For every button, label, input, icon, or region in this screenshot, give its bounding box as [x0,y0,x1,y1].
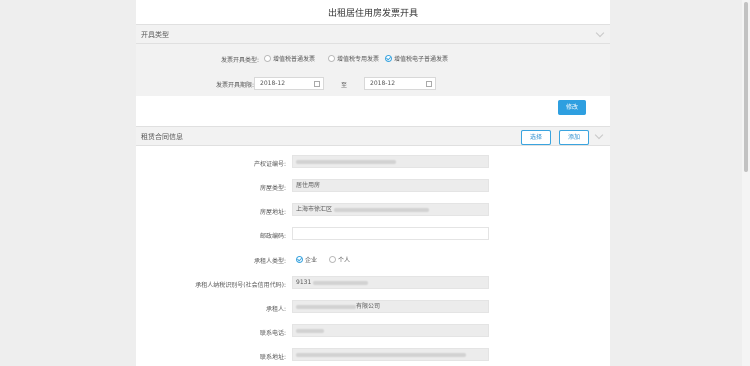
lessee-label: 承租人: [265,306,286,313]
lessee-field[interactable]: 有限公司 [292,300,489,313]
invoice-type-option-0[interactable]: 增值税普通发票 [264,54,315,63]
tax-id-label: 承租人纳税识别号(社会信用代码): [195,282,286,289]
add-button[interactable]: 添加 [559,130,589,145]
radio-icon [329,256,336,263]
lessee-type-option-0[interactable]: 企业 [296,255,317,264]
invoice-type-option-1[interactable]: 增值税专用发票 [328,54,379,63]
redacted-text [296,328,324,333]
postal-code-field[interactable] [292,227,489,240]
house-type-label: 房屋类型: [259,185,286,192]
property-cert-label: 产权证编号: [253,161,286,168]
phone-label: 联系电话: [259,330,286,337]
redacted-text [296,352,466,357]
redacted-text [296,304,356,309]
select-button[interactable]: 选择 [521,130,551,145]
property-cert-field[interactable] [292,155,489,168]
page-title: 出租居住用房发票开具 [327,9,418,19]
radio-icon [328,55,335,62]
contact-address-label: 联系地址: [259,354,286,361]
period-end-input[interactable]: 2018-12 [364,77,436,90]
invoice-type-label: 发票开具类型: [220,57,259,64]
phone-field[interactable] [292,324,489,337]
redacted-text [296,159,396,164]
redacted-text [333,207,429,212]
contact-address-field[interactable] [292,348,489,361]
invoice-section-header[interactable]: 开具类型 [136,24,610,44]
invoice-section-body: 发票开具类型: 增值税普通发票 增值税专用发票 增值税电子普通发票 发票开具期限… [136,44,610,96]
chevron-down-icon[interactable] [595,28,605,38]
radio-checked-icon [296,256,303,263]
lessee-type-option-1[interactable]: 个人 [329,255,350,264]
postal-code-label: 邮政编码: [259,233,286,240]
redacted-text [313,280,369,285]
calendar-icon[interactable] [314,81,320,87]
address-label: 房屋地址: [259,209,286,216]
address-field[interactable]: 上海市徐汇区 [292,203,489,216]
house-type-field[interactable]: 居住用房 [292,179,489,192]
lessee-type-label: 承租人类型: [253,258,286,265]
invoice-section-title: 开具类型 [141,31,169,39]
invoice-period-label: 发票开具期限: [215,82,254,89]
radio-checked-icon [385,55,392,62]
scrollbar[interactable] [742,0,750,366]
period-start-input[interactable]: 2018-12 [254,77,324,90]
calendar-icon[interactable] [426,81,432,87]
scrollbar-thumb[interactable] [744,2,748,172]
main-panel: 出租居住用房发票开具 开具类型 发票开具类型: 增值税普通发票 增值税专用发票 … [136,0,610,366]
invoice-type-option-2[interactable]: 增值税电子普通发票 [385,54,448,63]
modify-button[interactable]: 修改 [558,100,586,115]
contract-section-title: 租赁合同信息 [141,133,183,141]
period-separator: 至 [341,82,348,89]
radio-icon [264,55,271,62]
tax-id-field[interactable]: 9131 [292,276,489,289]
